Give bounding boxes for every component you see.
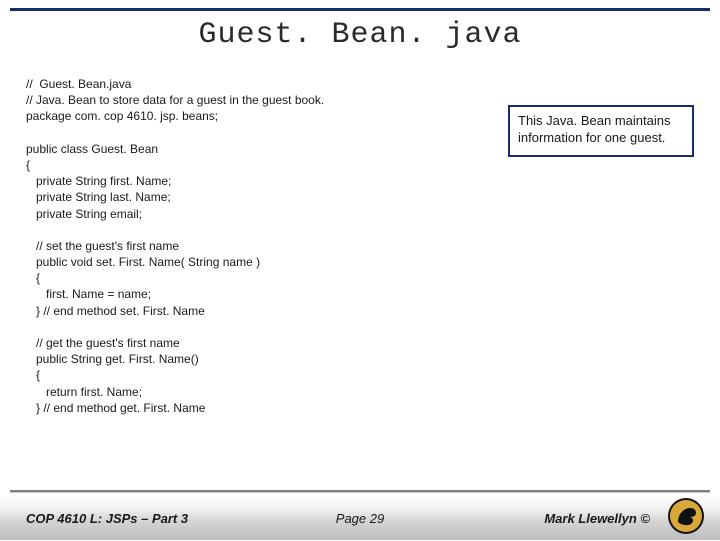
slide: Guest. Bean. java // Guest. Bean.java //… [0, 0, 720, 540]
footer-divider [10, 490, 710, 492]
pegasus-logo-icon [666, 496, 706, 536]
footer-author: Mark Llewellyn © [544, 511, 650, 526]
callout-text: This Java. Bean maintains information fo… [518, 113, 670, 145]
code-listing: // Guest. Bean.java // Java. Bean to sto… [26, 76, 486, 416]
top-divider [10, 8, 710, 11]
slide-title: Guest. Bean. java [0, 18, 720, 52]
slide-footer: COP 4610 L: JSPs – Part 3 Page 29 Mark L… [0, 490, 720, 540]
callout-box: This Java. Bean maintains information fo… [508, 105, 694, 157]
